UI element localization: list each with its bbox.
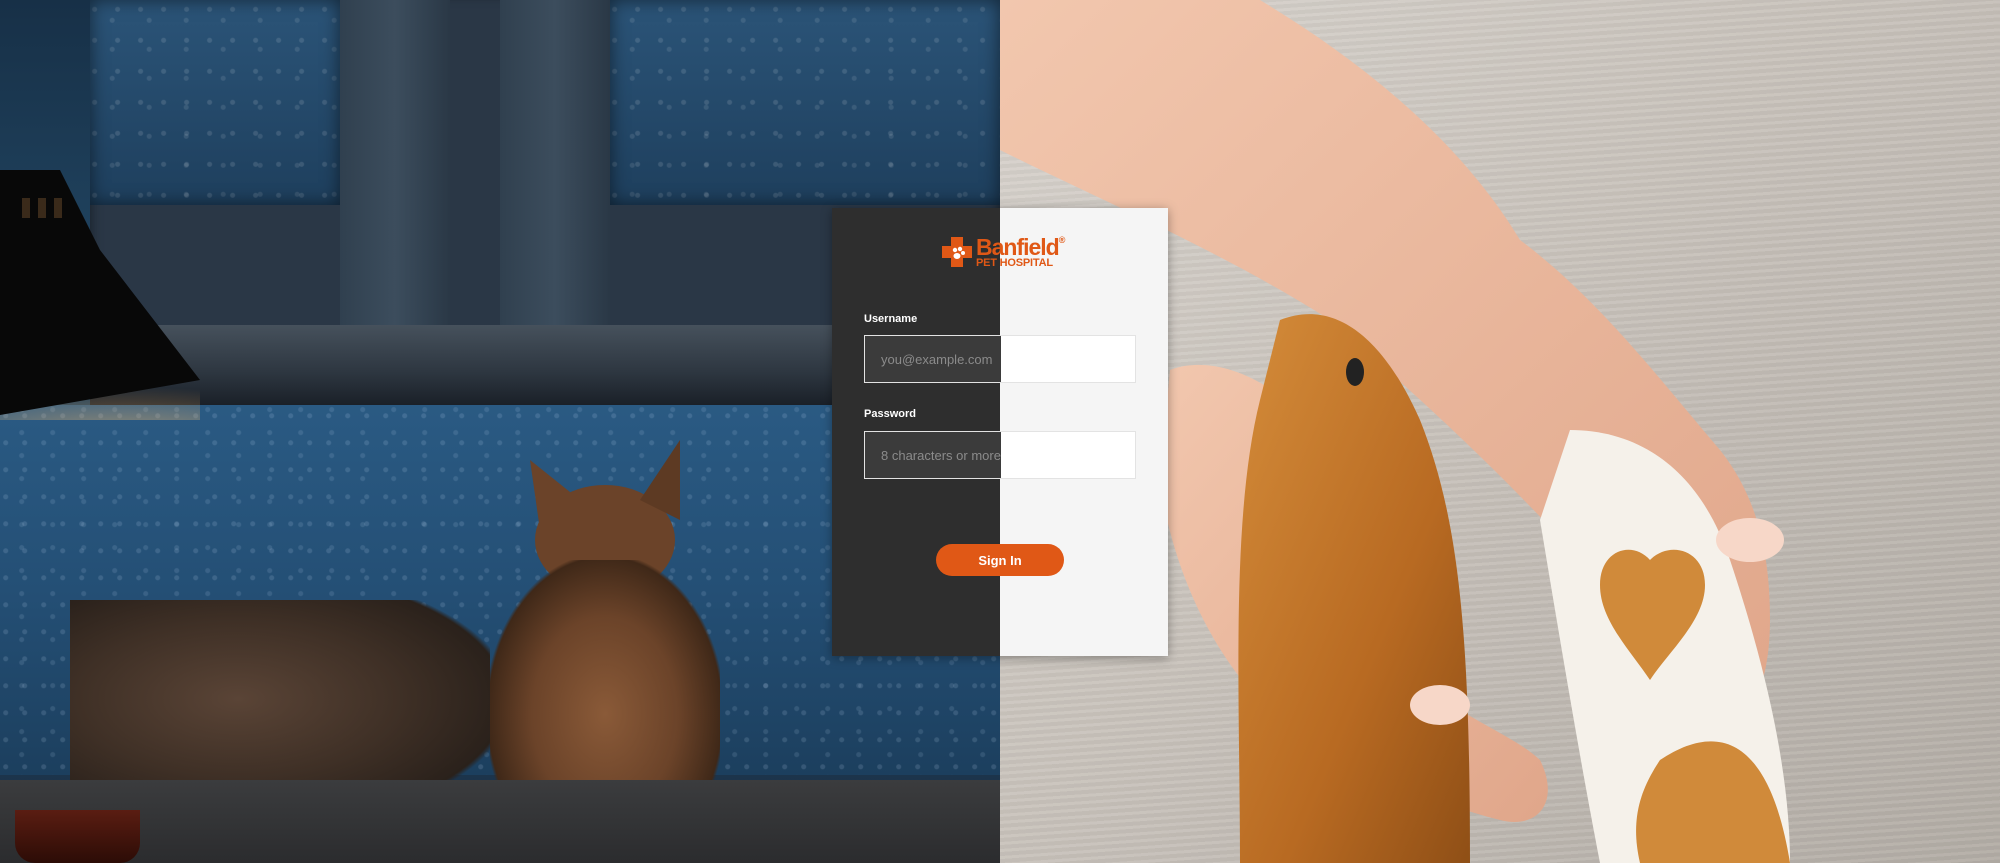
username-input[interactable]	[864, 335, 1136, 383]
banfield-cross-paw-icon	[942, 237, 972, 267]
window-mullion	[500, 0, 610, 325]
window-pane	[610, 0, 1000, 205]
username-label: Username	[864, 313, 918, 325]
knit-blanket	[0, 780, 1000, 863]
brand-name: Banfield	[976, 233, 1060, 260]
password-label: Password	[864, 408, 916, 420]
login-card: Banfield® PET HOSPITAL Username Password…	[832, 208, 1168, 656]
password-input[interactable]	[864, 431, 1136, 479]
sign-in-button[interactable]: Sign In	[936, 544, 1064, 576]
desk-lamp	[0, 170, 200, 420]
login-form: Banfield® PET HOSPITAL Username Password…	[832, 208, 1168, 656]
banfield-logo: Banfield® PET HOSPITAL	[940, 233, 1066, 269]
login-page: Banfield® PET HOSPITAL Username Password…	[0, 0, 2000, 863]
window-mullion	[340, 0, 450, 325]
brand-trademark: ®	[1058, 234, 1066, 245]
brand-subtitle: PET HOSPITAL	[976, 256, 1053, 269]
mug	[15, 810, 140, 863]
